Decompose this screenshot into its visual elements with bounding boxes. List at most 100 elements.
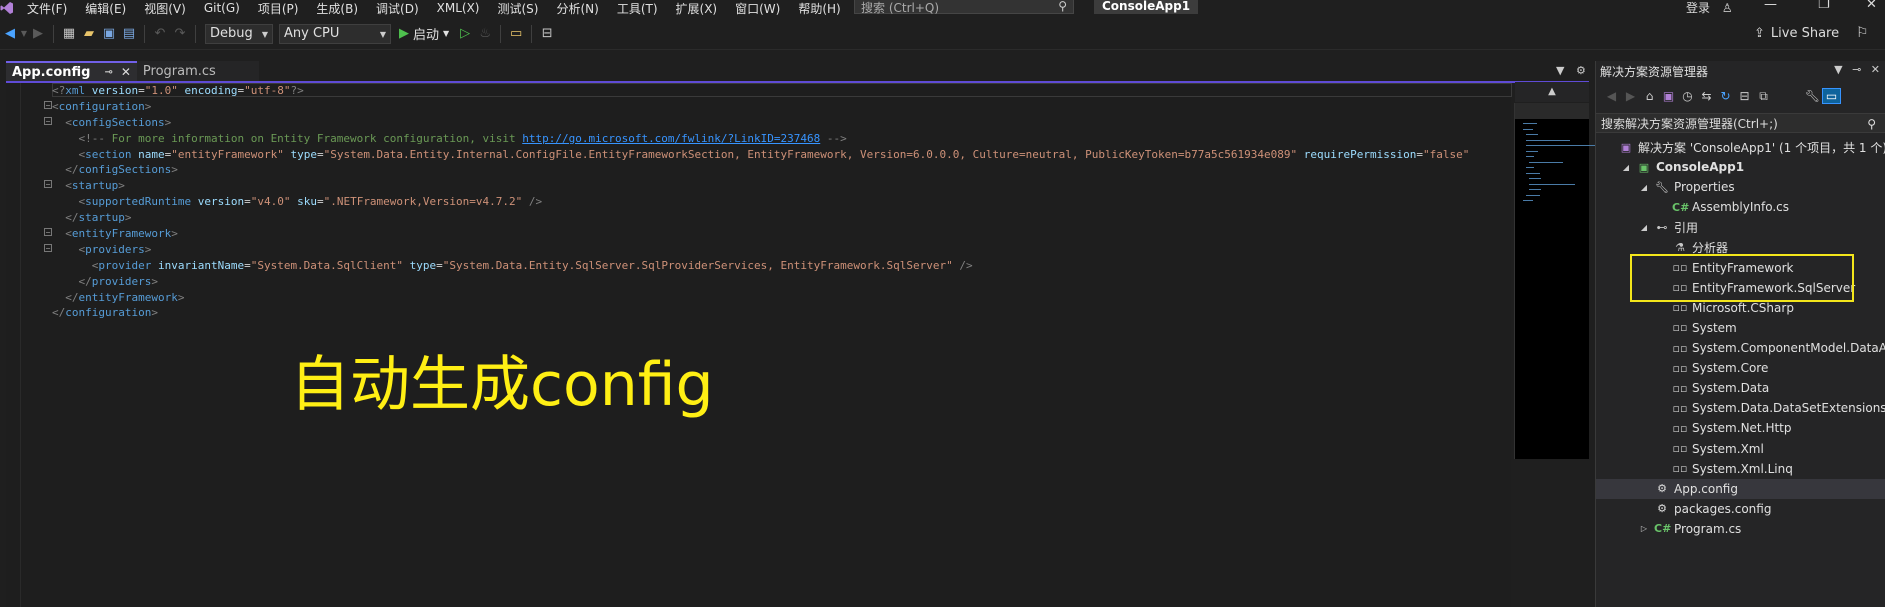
properties-icon[interactable]: 🔧︎ — [1803, 89, 1822, 103]
fold-toggle-icon[interactable]: − — [44, 100, 52, 109]
home-icon[interactable]: ⌂ — [1640, 89, 1659, 103]
fold-toggle-icon[interactable]: − — [44, 180, 52, 189]
minimap-thumb[interactable] — [1515, 103, 1589, 119]
collapse-arrow-icon[interactable]: ◢ — [1638, 223, 1650, 232]
global-search-input[interactable]: 搜索 (Ctrl+Q) ⚲ — [854, 0, 1074, 15]
code-line[interactable]: </configuration> — [52, 305, 1469, 321]
show-all-files-icon[interactable]: ⧉ — [1754, 89, 1773, 104]
code-line[interactable]: <entityFramework> − — [44, 226, 1469, 242]
tree-item[interactable]: ▫▫ System.Net.Http — [1596, 418, 1792, 438]
menu-file[interactable]: 文件(F) — [18, 0, 76, 16]
start-debug-button[interactable]: ▶ 启动 ▼ — [399, 24, 449, 43]
tree-item[interactable]: ▫▫ System.Data.DataSetExtensions — [1596, 398, 1885, 418]
configuration-dropdown[interactable]: Debug ▼ — [205, 23, 273, 44]
browser-icon[interactable]: ▭ — [506, 26, 526, 41]
gear-icon[interactable]: ⚙ — [1576, 64, 1586, 77]
undo-icon[interactable]: ↶ — [150, 26, 170, 41]
code-line[interactable]: <configSections> − — [44, 115, 1469, 131]
menu-view[interactable]: 视图(V) — [135, 0, 195, 16]
save-icon[interactable]: ▣ — [99, 26, 119, 41]
restore-icon[interactable]: ❐ — [1818, 0, 1830, 12]
tree-item[interactable]: ▫▫ System.Xml.Linq — [1596, 459, 1793, 479]
close-icon[interactable]: ✕ — [121, 65, 131, 79]
tree-item[interactable]: ▫▫ System.Core — [1596, 358, 1769, 378]
code-line[interactable]: <supportedRuntime version="v4.0" sku=".N… — [52, 194, 1469, 210]
code-line[interactable]: <provider invariantName="System.Data.Sql… — [52, 258, 1469, 274]
menu-git[interactable]: Git(G) — [195, 1, 249, 15]
tree-item[interactable]: C# AssemblyInfo.cs — [1596, 197, 1789, 217]
collapse-arrow-icon[interactable]: ◢ — [1620, 163, 1632, 172]
menu-debug[interactable]: 调试(D) — [367, 0, 428, 16]
redo-icon[interactable]: ↷ — [170, 26, 190, 41]
minimize-icon[interactable]: — — [1764, 0, 1777, 12]
tree-item[interactable]: ▣ 解决方案 'ConsoleApp1' (1 个项目，共 1 个) — [1596, 137, 1885, 157]
code-line[interactable]: <section name="entityFramework" type="Sy… — [52, 147, 1470, 163]
refresh-icon[interactable]: ↻ — [1716, 89, 1735, 103]
login-button[interactable]: 登录 ♙ — [1686, 0, 1733, 16]
pending-changes-icon[interactable]: ◷ — [1678, 89, 1697, 103]
minimap-scrollbar[interactable]: ▲ — [1514, 82, 1596, 459]
code-content[interactable]: <?xml version="1.0" encoding="utf-8"?> <c… — [44, 83, 1470, 321]
code-line[interactable]: <providers> − — [44, 242, 1469, 258]
live-share-button[interactable]: ⇪ Live Share — [1754, 26, 1839, 41]
dropdown-caret-icon[interactable]: ▼ — [20, 29, 28, 38]
collapse-all-icon[interactable]: ⊟ — [1735, 89, 1754, 103]
chevron-down-icon[interactable]: ▼ — [1834, 63, 1842, 76]
tree-item[interactable]: ◢ ▣ ConsoleApp1 — [1596, 157, 1744, 177]
code-line[interactable]: </configSections> — [52, 162, 1469, 178]
tree-item[interactable]: ▫▫ System — [1596, 318, 1737, 338]
pin-icon[interactable]: ⊸ — [104, 67, 112, 78]
tree-item[interactable]: ◢ ⊷ 引用 — [1596, 217, 1698, 237]
tree-item[interactable]: ▷ C# Program.cs — [1596, 519, 1741, 539]
code-editor[interactable]: <?xml version="1.0" encoding="utf-8"?> <c… — [6, 83, 1512, 607]
close-window-icon[interactable]: ✕ — [1866, 0, 1877, 12]
code-line[interactable]: <startup> − — [44, 178, 1469, 194]
tree-item[interactable]: ⚙︎ packages.config — [1596, 499, 1771, 519]
back-icon[interactable]: ◀ — [1602, 89, 1621, 103]
preview-selected-icon[interactable]: ▭ — [1822, 88, 1841, 104]
start-without-debug-icon[interactable]: ▷ — [455, 26, 475, 41]
tree-item[interactable]: ▫▫ System.ComponentModel.DataAnnotations — [1596, 338, 1885, 358]
code-line[interactable]: <!-- For more information on Entity Fram… — [52, 131, 1469, 147]
switch-views-icon[interactable]: ▣ — [1659, 89, 1678, 103]
layout-icon[interactable]: ⊟ — [537, 26, 557, 41]
scroll-up-icon[interactable]: ▲ — [1515, 82, 1589, 102]
solution-search-input[interactable]: 搜索解决方案资源管理器(Ctrl+;) ⚲ — [1596, 113, 1885, 133]
menu-build[interactable]: 生成(B) — [307, 0, 367, 16]
menu-test[interactable]: 测试(S) — [488, 0, 547, 16]
tree-item[interactable]: ▫▫ System.Data — [1596, 378, 1770, 398]
new-project-icon[interactable]: ▦ — [59, 26, 79, 41]
menu-edit[interactable]: 编辑(E) — [76, 0, 135, 16]
tab-app-config[interactable]: App.config ⊸ ✕ — [6, 61, 137, 81]
save-all-icon[interactable]: ▤ — [119, 26, 139, 41]
sync-icon[interactable]: ⇆ — [1697, 89, 1716, 103]
menu-tools[interactable]: 工具(T) — [608, 0, 667, 16]
tree-item[interactable]: ▫▫ System.Xml — [1596, 439, 1764, 459]
hot-reload-icon[interactable]: ♨ — [475, 26, 495, 41]
fold-toggle-icon[interactable]: − — [44, 228, 52, 237]
menu-project[interactable]: 项目(P) — [249, 0, 308, 16]
platform-dropdown[interactable]: Any CPU ▼ — [279, 23, 391, 44]
forward-icon[interactable]: ▶ — [1621, 89, 1640, 103]
fold-toggle-icon[interactable]: − — [44, 116, 52, 125]
menu-extensions[interactable]: 扩展(X) — [667, 0, 727, 16]
back-icon[interactable]: ◀ — [0, 26, 20, 41]
open-folder-icon[interactable]: ▰ — [79, 26, 99, 41]
code-line[interactable]: </startup> — [52, 210, 1469, 226]
feedback-icon[interactable]: ⚐ — [1856, 25, 1869, 41]
collapse-arrow-icon[interactable]: ◢ — [1638, 183, 1650, 192]
tree-item[interactable]: ◢ 🔧︎ Properties — [1596, 177, 1735, 197]
pin-icon[interactable]: ⊸ — [1852, 63, 1861, 76]
menu-analyze[interactable]: 分析(N) — [547, 0, 607, 16]
menu-window[interactable]: 窗口(W) — [726, 0, 789, 16]
menu-help[interactable]: 帮助(H) — [789, 0, 849, 16]
code-line[interactable]: <?xml version="1.0" encoding="utf-8"?> — [52, 83, 1469, 99]
code-line[interactable]: </providers> — [52, 274, 1469, 290]
menu-xml[interactable]: XML(X) — [428, 1, 489, 15]
tab-program-cs[interactable]: Program.cs — [136, 61, 259, 81]
code-line[interactable]: <configuration> − — [44, 99, 1469, 115]
close-icon[interactable]: ✕ — [1871, 63, 1880, 76]
forward-icon[interactable]: ▶ — [28, 26, 48, 41]
fold-toggle-icon[interactable]: − — [44, 243, 52, 252]
code-line[interactable]: </entityFramework> — [52, 290, 1469, 306]
